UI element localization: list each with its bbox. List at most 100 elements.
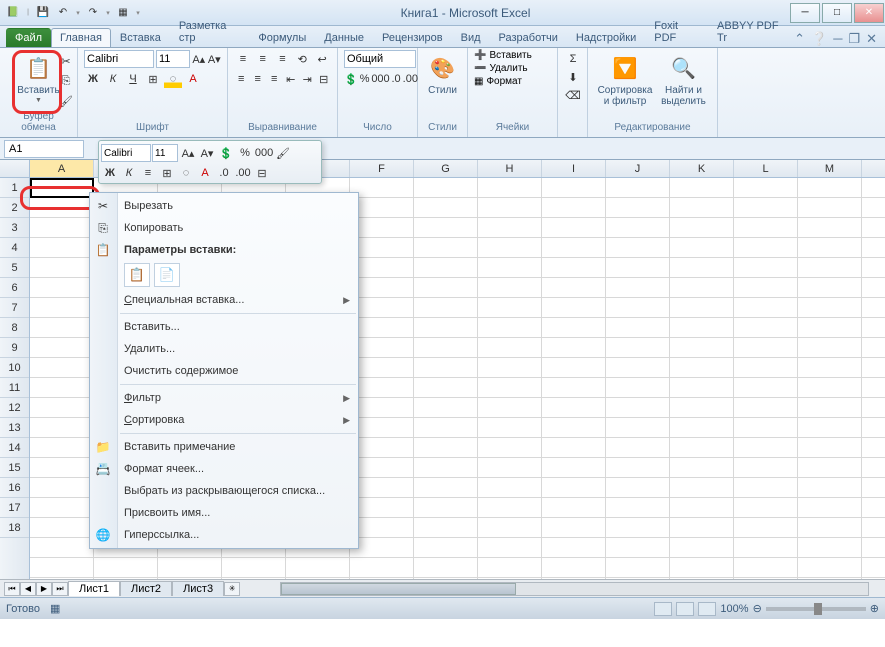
- ctx-define-name[interactable]: Присвоить имя...: [90, 502, 358, 524]
- mini-size-select[interactable]: [152, 144, 178, 162]
- autosum-icon[interactable]: Σ: [564, 50, 582, 68]
- decrease-indent-icon[interactable]: ⇤: [284, 70, 299, 88]
- column-header[interactable]: F: [350, 160, 414, 177]
- row-header[interactable]: 14: [0, 438, 29, 458]
- mini-font-select[interactable]: [101, 144, 151, 162]
- minimize-ribbon-icon[interactable]: ⌃: [794, 31, 805, 47]
- wrap-text-icon[interactable]: ↩: [313, 50, 331, 68]
- ctx-cut[interactable]: ✂Вырезать: [90, 195, 358, 217]
- align-middle-icon[interactable]: ≡: [254, 50, 272, 68]
- row-header[interactable]: 18: [0, 518, 29, 538]
- border-icon[interactable]: ⊞: [144, 70, 162, 88]
- tab-developer[interactable]: Разработчи: [490, 28, 567, 47]
- tab-home[interactable]: Главная: [51, 28, 111, 47]
- font-name-select[interactable]: [84, 50, 154, 68]
- zoom-in-button[interactable]: ⊕: [870, 602, 879, 615]
- decrease-font-icon[interactable]: A▾: [208, 50, 222, 68]
- column-header[interactable]: M: [798, 160, 862, 177]
- active-cell[interactable]: [30, 178, 94, 198]
- comma-icon[interactable]: 000: [371, 70, 389, 88]
- sheet-nav-last[interactable]: ⏭: [52, 582, 68, 596]
- tab-foxit[interactable]: Foxit PDF: [645, 16, 708, 47]
- number-format-select[interactable]: [344, 50, 416, 68]
- mini-italic-button[interactable]: К: [120, 164, 138, 182]
- view-page-layout-icon[interactable]: [676, 602, 694, 616]
- find-select-button[interactable]: 🔍 Найти и выделить: [656, 50, 711, 109]
- align-bottom-icon[interactable]: ≡: [274, 50, 292, 68]
- sort-filter-button[interactable]: 🔽 Сортировка и фильтр: [594, 50, 656, 109]
- redo-icon[interactable]: ↷: [84, 4, 102, 22]
- mini-align-icon[interactable]: ≡: [139, 164, 157, 182]
- column-header[interactable]: L: [734, 160, 798, 177]
- percent-icon[interactable]: %: [360, 70, 370, 88]
- sheet-tab[interactable]: Лист2: [120, 581, 172, 596]
- currency-icon[interactable]: 💲: [344, 70, 358, 88]
- increase-indent-icon[interactable]: ⇥: [300, 70, 315, 88]
- view-page-break-icon[interactable]: [698, 602, 716, 616]
- row-header[interactable]: 12: [0, 398, 29, 418]
- ctx-filter[interactable]: ФильтрФильтр▶: [90, 387, 358, 409]
- mini-decrease-font-icon[interactable]: A▾: [198, 144, 216, 162]
- dropdown-arrow-icon[interactable]: ▾: [104, 9, 112, 17]
- fill-icon[interactable]: ⬇: [564, 68, 582, 86]
- tab-view[interactable]: Вид: [452, 28, 490, 47]
- ctx-insert[interactable]: Вставить...: [90, 316, 358, 338]
- ctx-hyperlink[interactable]: 🌐Гиперссылка...: [90, 524, 358, 546]
- row-header[interactable]: 3: [0, 218, 29, 238]
- row-header[interactable]: 16: [0, 478, 29, 498]
- sheet-nav-next[interactable]: ▶: [36, 582, 52, 596]
- mini-dec-decimal-icon[interactable]: .00: [234, 164, 252, 182]
- align-center-icon[interactable]: ≡: [251, 70, 266, 88]
- help-icon[interactable]: ❔: [811, 31, 827, 47]
- row-header[interactable]: 11: [0, 378, 29, 398]
- new-sheet-button[interactable]: ✳: [224, 582, 240, 596]
- tab-addins[interactable]: Надстройки: [567, 28, 645, 47]
- column-header[interactable]: I: [542, 160, 606, 177]
- align-top-icon[interactable]: ≡: [234, 50, 252, 68]
- row-header[interactable]: 6: [0, 278, 29, 298]
- undo-icon[interactable]: ↶: [54, 4, 72, 22]
- copy-icon[interactable]: ⎘: [57, 72, 75, 90]
- tab-file[interactable]: Файл: [6, 28, 51, 47]
- row-header[interactable]: 4: [0, 238, 29, 258]
- minimize-button[interactable]: ─: [790, 3, 820, 23]
- format-painter-icon[interactable]: 🖌: [57, 92, 75, 110]
- paste-option-all[interactable]: 📋: [124, 263, 150, 287]
- row-header[interactable]: 10: [0, 358, 29, 378]
- mini-increase-font-icon[interactable]: A▴: [179, 144, 197, 162]
- clear-icon[interactable]: ⌫: [564, 86, 582, 104]
- align-left-icon[interactable]: ≡: [234, 70, 249, 88]
- window-minimize-icon[interactable]: ─: [833, 31, 842, 47]
- row-header[interactable]: 5: [0, 258, 29, 278]
- insert-cells-button[interactable]: Вставить: [489, 50, 531, 61]
- format-cells-button[interactable]: Формат: [486, 76, 522, 87]
- mini-format-painter-icon[interactable]: 🖌: [274, 144, 292, 162]
- mini-fill-color-icon[interactable]: ◌: [177, 164, 195, 182]
- delete-cells-button[interactable]: Удалить: [489, 63, 527, 74]
- column-header[interactable]: J: [606, 160, 670, 177]
- column-header[interactable]: H: [478, 160, 542, 177]
- row-header[interactable]: 8: [0, 318, 29, 338]
- styles-button[interactable]: 🎨 Стили: [424, 50, 461, 98]
- mini-percent-icon[interactable]: %: [236, 144, 254, 162]
- sheet-nav-prev[interactable]: ◀: [20, 582, 36, 596]
- cut-icon[interactable]: ✂: [57, 52, 75, 70]
- row-header[interactable]: 15: [0, 458, 29, 478]
- mini-border-icon[interactable]: ⊞: [158, 164, 176, 182]
- ctx-copy[interactable]: ⎘Копировать: [90, 217, 358, 239]
- ctx-clear[interactable]: Очистить содержимое: [90, 360, 358, 382]
- ctx-insert-comment[interactable]: 📁Вставить примечание: [90, 436, 358, 458]
- increase-font-icon[interactable]: A▴: [192, 50, 206, 68]
- ctx-format-cells[interactable]: 📇Формат ячеек...: [90, 458, 358, 480]
- row-header[interactable]: 2: [0, 198, 29, 218]
- tab-page-layout[interactable]: Разметка стр: [170, 16, 250, 47]
- column-header[interactable]: K: [670, 160, 734, 177]
- horizontal-scrollbar[interactable]: [280, 582, 869, 596]
- window-restore-icon[interactable]: ❐: [848, 31, 860, 47]
- tab-abbyy[interactable]: ABBYY PDF Tr: [708, 16, 794, 47]
- qat-customize-icon[interactable]: ▾: [134, 9, 142, 17]
- row-header[interactable]: 13: [0, 418, 29, 438]
- align-right-icon[interactable]: ≡: [267, 70, 282, 88]
- row-header[interactable]: 7: [0, 298, 29, 318]
- ctx-sort[interactable]: СортировкаСортировка▶: [90, 409, 358, 431]
